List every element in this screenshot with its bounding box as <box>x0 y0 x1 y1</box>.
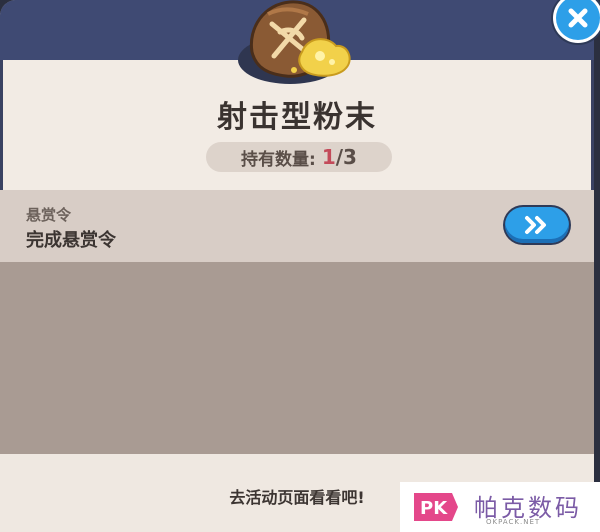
item-name: 射击型粉末 <box>217 100 377 135</box>
holding-quantity-value: 1/3 <box>322 145 357 169</box>
powder-sack-icon <box>238 0 351 84</box>
holding-total-count: /3 <box>335 145 357 169</box>
go-to-source-button[interactable] <box>505 207 569 243</box>
holding-current-count: 1 <box>321 145 336 169</box>
svg-text:PK: PK <box>420 498 448 519</box>
item-detail-popup: 射击型粉末 持有数量: 1/3 悬赏令 完成悬赏令 去活动页面看看吧! PK 帕… <box>0 0 600 532</box>
source-category: 悬赏令 <box>26 206 72 224</box>
source-list-empty-area <box>0 262 594 454</box>
holding-quantity-badge: 持有数量: 1/3 <box>206 142 392 172</box>
close-icon <box>568 8 588 28</box>
watermark: PK 帕克数码 OKPACK.NET <box>400 482 600 532</box>
watermark-domain: OKPACK.NET <box>486 518 541 526</box>
double-chevron-right-icon <box>525 216 546 234</box>
holding-quantity-label: 持有数量: <box>241 149 316 170</box>
source-row-bounty[interactable]: 悬赏令 完成悬赏令 <box>0 190 594 262</box>
watermark-logo: PK <box>414 493 458 521</box>
source-name: 完成悬赏令 <box>26 230 116 251</box>
popup-panel: 射击型粉末 持有数量: 1/3 悬赏令 完成悬赏令 去活动页面看看吧! <box>0 0 594 532</box>
